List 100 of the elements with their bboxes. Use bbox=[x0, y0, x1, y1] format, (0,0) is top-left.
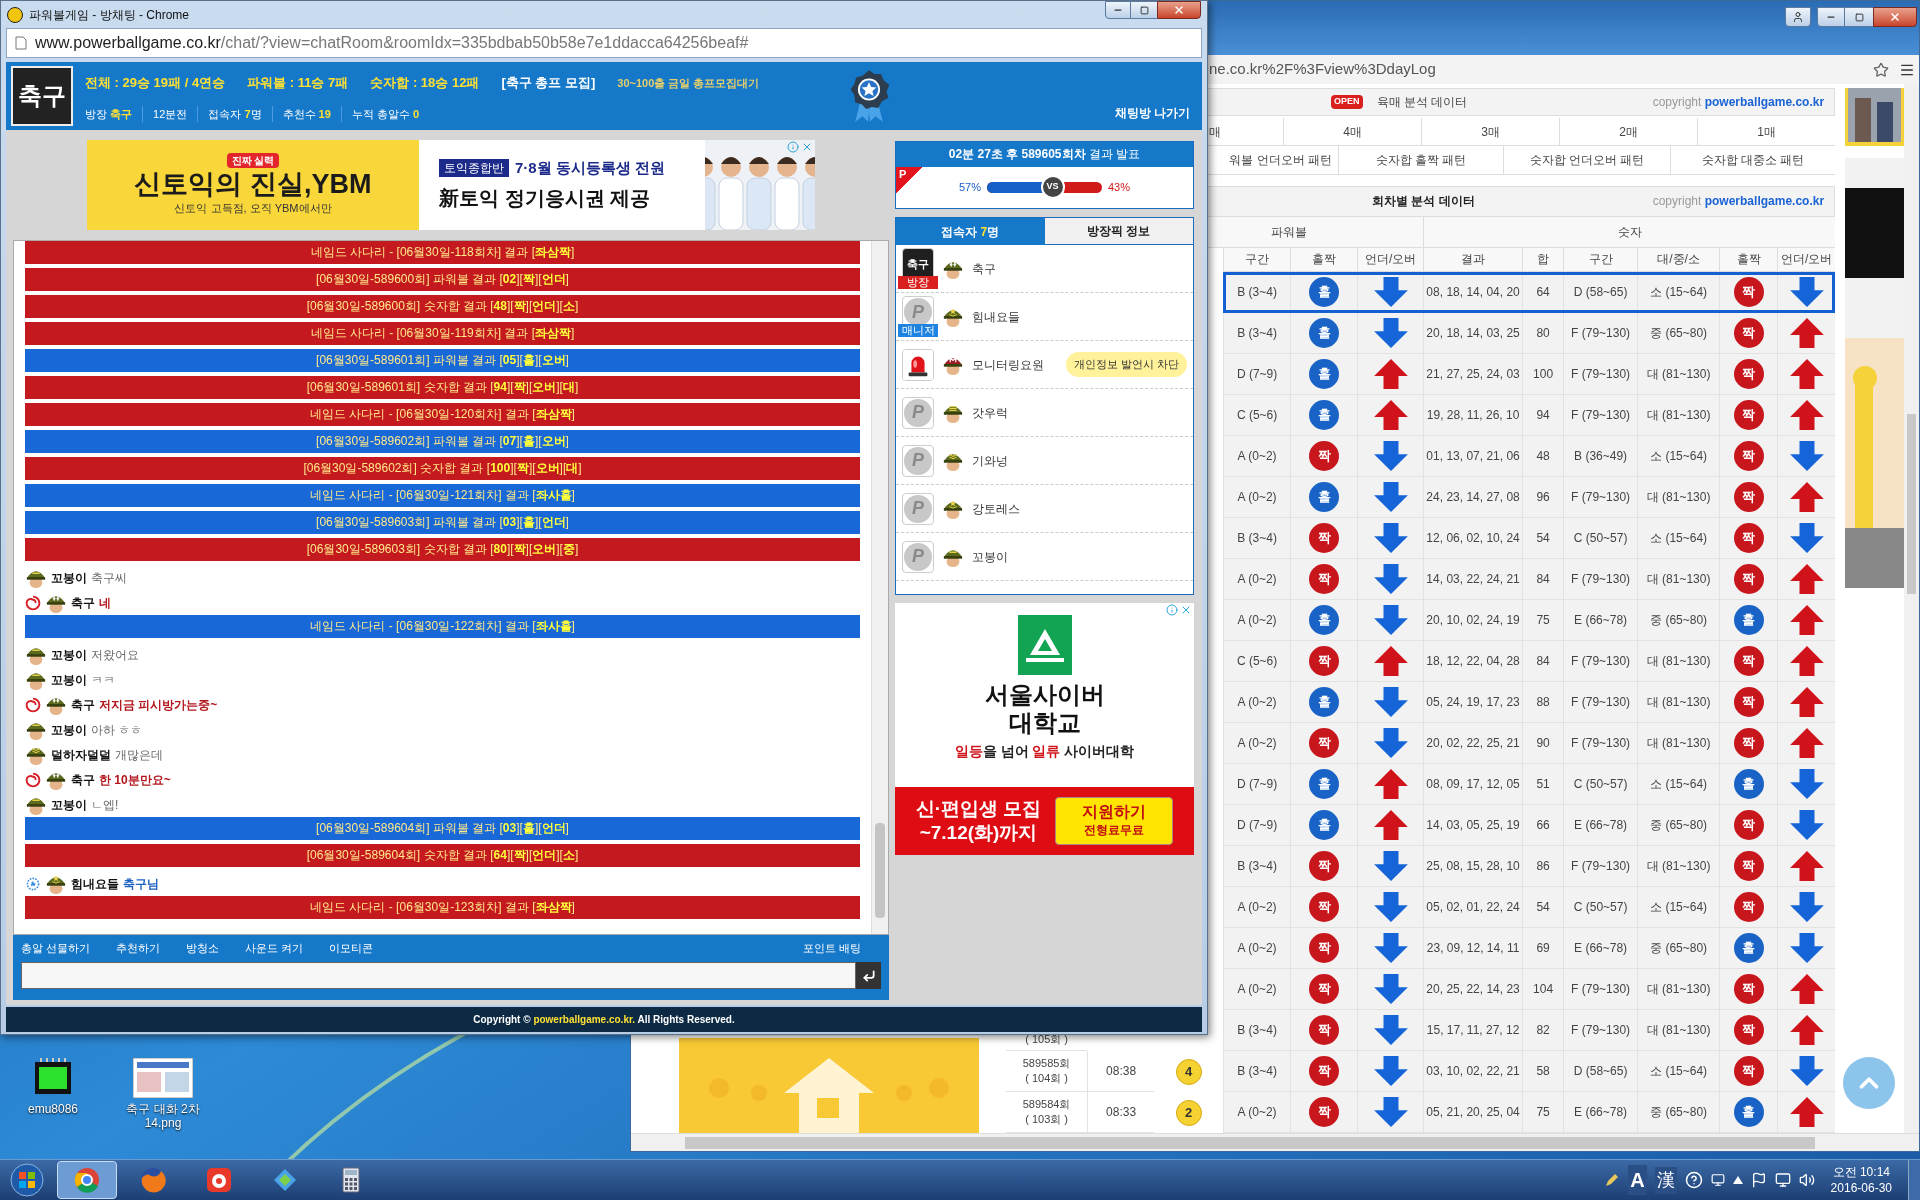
table-row[interactable]: A (0~2) 짝 14, 03, 22, 24, 21 84 F (79~130) 대 (81~130) 짝 bbox=[1223, 559, 1836, 600]
table-row[interactable]: A (0~2) 짝 20, 02, 22, 25, 21 90 F (79~130) 대 (81~130) 짝 bbox=[1223, 723, 1836, 764]
ime-hanja[interactable]: 漢 bbox=[1654, 1166, 1677, 1194]
image-file-icon[interactable] bbox=[133, 1058, 193, 1098]
table-cell-text: 소 (15~64) bbox=[1650, 776, 1708, 793]
side-ad[interactable]: 서울사이버 대학교 일등을 넘어 일류 사이버대학 신·편입생 모집 ~7.12(화)까지 지원하기 전형료무료 bbox=[895, 603, 1194, 855]
help-icon[interactable] bbox=[1684, 1171, 1703, 1189]
maximize-button[interactable] bbox=[1131, 1, 1157, 19]
table-row[interactable]: C (5~6) 짝 18, 12, 22, 04, 28 84 F (79~130) 대 (81~130) 짝 bbox=[1223, 641, 1836, 682]
table-cell-text: 14, 03, 22, 24, 21 bbox=[1426, 571, 1520, 588]
odd-even-marker: 짝 bbox=[1733, 728, 1764, 758]
ad-slogan: 일등을 넘어 일류 사이버대학 bbox=[954, 742, 1135, 761]
user-name: 꼬봉이 bbox=[51, 671, 87, 689]
table-cell-text: F (79~130) bbox=[1571, 366, 1631, 383]
count-tab[interactable]: 3매 bbox=[1421, 118, 1560, 145]
chat-tool-link[interactable]: 이모티콘 bbox=[329, 940, 374, 957]
odd-even-marker: 짝 bbox=[1733, 1015, 1764, 1045]
table-cell-text: B (3~4) bbox=[1237, 325, 1277, 342]
network-icon[interactable] bbox=[1710, 1173, 1725, 1187]
table-cell-text: 05, 02, 01, 22, 24 bbox=[1426, 899, 1520, 916]
close-button[interactable] bbox=[1157, 1, 1201, 19]
profile-button[interactable] bbox=[1785, 7, 1811, 27]
panel-tab[interactable]: 방장픽 정보 bbox=[1044, 218, 1193, 245]
table-row[interactable]: B (3~4) 홀 20, 18, 14, 03, 25 80 F (79~130) 중 (65~80) 짝 bbox=[1223, 313, 1836, 354]
network-icon[interactable] bbox=[1774, 1172, 1791, 1188]
table-row[interactable]: A (0~2) 짝 20, 25, 22, 14, 23 104 F (79~130) 대 (81~130) 짝 bbox=[1223, 969, 1836, 1010]
profile-avatar: P bbox=[902, 540, 934, 573]
table-row[interactable]: B (3~4) 홀 08, 18, 14, 04, 20 64 D (58~65) 소 (15~64) 짝 bbox=[1223, 272, 1836, 313]
chat-tool-link[interactable]: 총알 선물하기 bbox=[21, 940, 91, 957]
table-row[interactable]: A (0~2) 짝 01, 13, 07, 21, 06 48 B (36~49) 소 (15~64) 짝 bbox=[1223, 436, 1836, 477]
table-cell-text: 84 bbox=[1536, 653, 1550, 670]
table-cell-text: 54 bbox=[1536, 530, 1550, 547]
chat-input[interactable] bbox=[21, 962, 857, 989]
table-cell-text: C (5~6) bbox=[1236, 653, 1278, 670]
table-row[interactable]: B (3~4) 짝 03, 10, 02, 22, 21 58 D (58~65) 소 (15~64) 짝 bbox=[1223, 1051, 1836, 1092]
table-row[interactable]: A (0~2) 짝 05, 21, 20, 25, 04 75 E (66~78) 중 (65~80) 홀 bbox=[1223, 1092, 1836, 1133]
chat-tool-link[interactable]: 방청소 bbox=[186, 940, 220, 957]
ime-mode[interactable]: A bbox=[1628, 1165, 1647, 1195]
pencil-icon[interactable] bbox=[1604, 1172, 1621, 1188]
point-bet-link[interactable]: 포인트 배팅 bbox=[802, 940, 861, 957]
table-cell-text: 54 bbox=[1536, 899, 1550, 916]
flag-icon[interactable] bbox=[1750, 1172, 1767, 1188]
table-cell-text: 대 (81~130) bbox=[1646, 735, 1711, 752]
count-tab[interactable]: 1매 bbox=[1697, 118, 1836, 145]
chat-tool-link[interactable]: 추천하기 bbox=[116, 940, 161, 957]
table-cell-text: 20, 18, 14, 03, 25 bbox=[1426, 325, 1520, 342]
pattern-tab[interactable]: 워볼 언더오버 패턴 bbox=[1207, 146, 1339, 174]
table-row[interactable]: C (5~6) 홀 19, 28, 11, 26, 10 94 F (79~130) 대 (81~130) 짝 bbox=[1223, 395, 1836, 436]
table-row[interactable]: D (7~9) 홀 14, 03, 05, 25, 19 66 E (66~78) 중 (65~80) 짝 bbox=[1223, 805, 1836, 846]
show-hidden-icon[interactable] bbox=[1732, 1176, 1743, 1184]
message-text: 저왔어요 bbox=[91, 646, 139, 664]
message-text: 저지금 피시방가는중~ bbox=[99, 696, 218, 714]
minimize-button[interactable] bbox=[1105, 1, 1131, 19]
pattern-tab[interactable]: 숫자합 언더오버 패턴 bbox=[1503, 146, 1671, 174]
table-cell-text: 소 (15~64) bbox=[1650, 899, 1708, 916]
count-tab[interactable]: 4매 bbox=[1283, 118, 1422, 145]
count-tab[interactable]: 2매 bbox=[1559, 118, 1698, 145]
icon-label: emu8086 bbox=[26, 1102, 79, 1116]
address-bar[interactable]: www.powerballgame.co.kr/chat/?view=chatRoom&roomIdx=335bdbab50b58e7e1ddacca64256beaf# bbox=[6, 28, 1202, 58]
odd-even-marker: 짝 bbox=[1733, 851, 1764, 881]
user-name: 힘내요들 bbox=[71, 875, 119, 893]
apply-button[interactable]: 지원하기 전형료무료 bbox=[1055, 797, 1174, 845]
user-name: 축구 bbox=[71, 696, 95, 714]
table-row[interactable]: A (0~2) 홀 20, 10, 02, 24, 19 75 E (66~78) 중 (65~80) 홀 bbox=[1223, 600, 1836, 641]
record-stat: 숫자합 : 18승 12패 bbox=[370, 74, 480, 93]
pattern-tab[interactable]: 숫자합 대중소 패턴 bbox=[1670, 146, 1836, 174]
table-cell-text: 48 bbox=[1536, 448, 1550, 465]
table-row[interactable]: A (0~2) 짝 23, 09, 12, 14, 11 69 E (66~78) 중 (65~80) 홀 bbox=[1223, 928, 1836, 969]
table-row[interactable]: B (3~4) 짝 15, 17, 11, 27, 12 82 F (79~130) 대 (81~130) 짝 bbox=[1223, 1010, 1836, 1051]
table-row[interactable]: B (3~4) 짝 12, 06, 02, 10, 24 54 C (50~57) 소 (15~64) 짝 bbox=[1223, 518, 1836, 559]
ad-deadline-text: ~7.12(화)까지 bbox=[919, 821, 1038, 845]
table-row[interactable]: D (7~9) 홀 21, 27, 25, 24, 03 100 F (79~130) 대 (81~130) 짝 bbox=[1223, 354, 1836, 395]
leave-room-link[interactable]: 채팅방 나가기 bbox=[1114, 104, 1190, 122]
chat-tool-link[interactable]: 사운드 켜기 bbox=[245, 940, 304, 957]
minimize-button[interactable] bbox=[1817, 7, 1845, 27]
maximize-button[interactable] bbox=[1845, 7, 1873, 27]
result-bar: [06월30일-589603회] 파워볼 결과 [03][홀][언더] bbox=[25, 511, 860, 534]
count-tab[interactable]: 매 bbox=[1207, 118, 1284, 145]
clock[interactable]: 오전 10:14 2016-06-30 bbox=[1822, 1164, 1900, 1196]
pattern-tab[interactable]: 숫자합 홀짝 패턴 bbox=[1338, 146, 1504, 174]
group-header: 숫자 bbox=[1423, 216, 1836, 247]
close-icon[interactable] bbox=[1180, 604, 1192, 616]
send-button[interactable] bbox=[856, 962, 881, 989]
table-row[interactable]: A (0~2) 홀 05, 24, 19, 17, 23 88 F (79~130) 대 (81~130) 짝 bbox=[1223, 682, 1836, 723]
table-row[interactable]: D (7~9) 홀 08, 09, 17, 12, 05 51 C (50~57) 소 (15~64) 홀 bbox=[1223, 764, 1836, 805]
table-cell-text: 대 (81~130) bbox=[1646, 407, 1711, 424]
ad-offer: 7·8월 동시등록생 전원 bbox=[515, 157, 665, 178]
panel-tab[interactable]: 접속자 7명 bbox=[896, 218, 1045, 245]
table-row[interactable]: A (0~2) 홀 24, 23, 14, 27, 08 96 F (79~130) 대 (81~130) 짝 bbox=[1223, 477, 1836, 518]
window-title: 파워볼게임 - 방채팅 - Chrome bbox=[29, 6, 189, 24]
table-row[interactable]: A (0~2) 짝 05, 02, 01, 22, 24 54 C (50~57) 소 (15~64) 짝 bbox=[1223, 887, 1836, 928]
close-button[interactable] bbox=[1873, 7, 1917, 27]
table-cell-text: 소 (15~64) bbox=[1650, 530, 1708, 547]
odd-even-marker: 홀 bbox=[1309, 318, 1340, 348]
user-name: 꼬봉이 bbox=[51, 646, 87, 664]
return-icon bbox=[861, 968, 876, 983]
table-row[interactable]: B (3~4) 짝 25, 08, 15, 28, 10 86 F (79~130) 대 (81~130) 짝 bbox=[1223, 846, 1836, 887]
bookmark-star-icon[interactable] bbox=[1873, 61, 1889, 78]
table-cell-text: 100 bbox=[1533, 366, 1554, 383]
volume-icon[interactable] bbox=[1798, 1172, 1815, 1188]
